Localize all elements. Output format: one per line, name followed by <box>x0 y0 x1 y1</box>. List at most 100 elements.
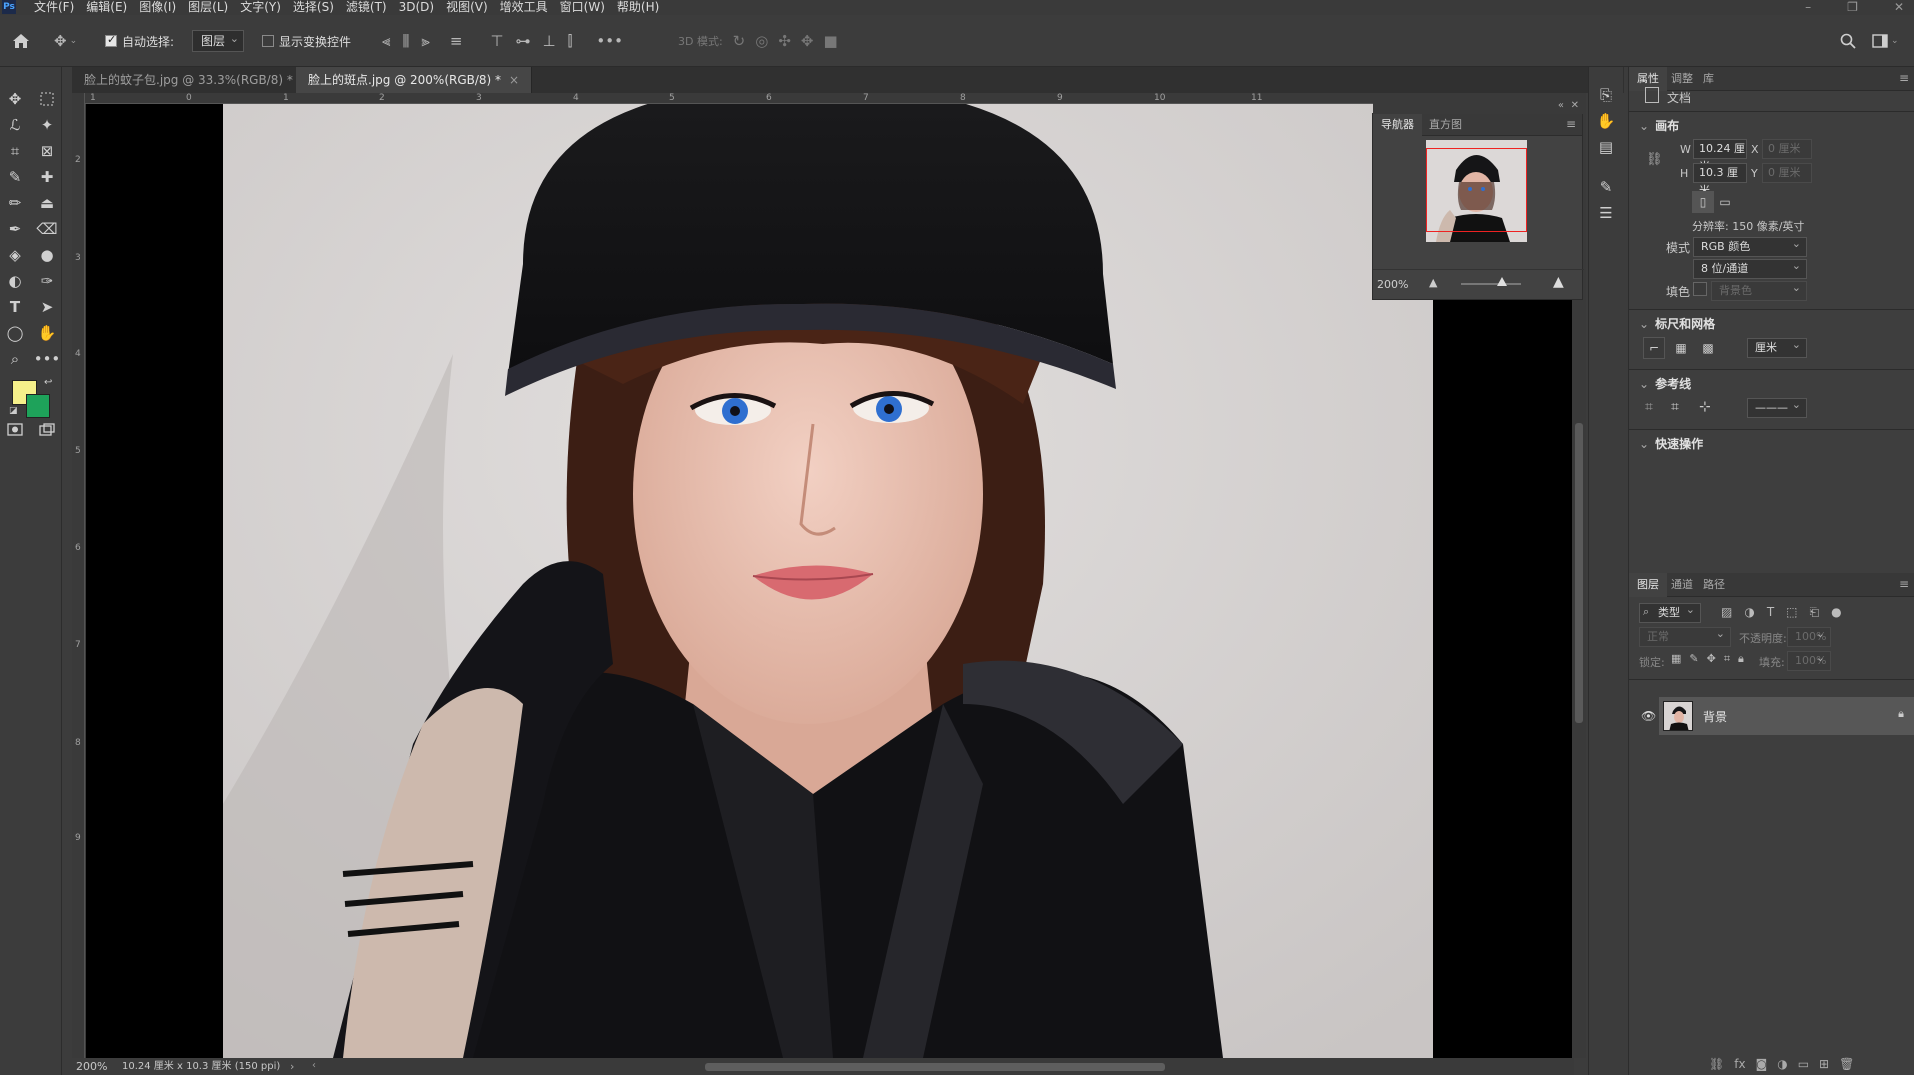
align-hcenter-icon[interactable]: ⫼ <box>402 33 409 49</box>
close-panel-icon[interactable]: ✕ <box>1571 100 1579 111</box>
search-icon[interactable] <box>1840 15 1856 67</box>
lock-paint-icon[interactable]: ✎ <box>1689 652 1698 666</box>
grid-toggle-icon[interactable]: ▦ <box>1670 337 1692 359</box>
lock-all-icon[interactable]: 🔒︎ <box>1738 652 1744 666</box>
align-left-icon[interactable]: ⫷ <box>382 33 390 49</box>
ruler-toggle-icon[interactable]: ⌐ <box>1643 337 1665 359</box>
auto-select-dropdown[interactable]: 图层 <box>192 29 245 52</box>
screen-mode-icon[interactable] <box>35 417 59 441</box>
menu-item-0[interactable]: 文件(F) <box>28 0 80 14</box>
filter-shape-icon[interactable]: ⬚ <box>1786 605 1797 620</box>
ruler-unit-dropdown[interactable]: 厘米 <box>1747 336 1807 358</box>
tab-libraries[interactable]: 库 <box>1695 67 1722 91</box>
eyedropper-tool-icon[interactable]: ✎ <box>3 165 27 189</box>
menu-item-3[interactable]: 图层(L) <box>182 0 234 14</box>
landscape-orientation-icon[interactable]: ▭ <box>1714 191 1736 213</box>
more-tools-icon[interactable]: ••• <box>34 347 61 371</box>
align-bottom-icon[interactable]: ⊥ <box>543 33 556 49</box>
tab-document-2[interactable]: 脸上的斑点.jpg @ 200%(RGB/8) * × <box>296 67 533 93</box>
link-icon[interactable]: ⛓ <box>1646 152 1663 167</box>
add-mask-icon[interactable]: ◙ <box>1756 1057 1768 1071</box>
more-options-icon[interactable]: ••• <box>596 33 623 49</box>
paint-bucket-tool-icon[interactable]: ◈ <box>3 243 27 267</box>
healing-brush-tool-icon[interactable]: ✚ <box>35 165 59 189</box>
align-vcenter-icon[interactable]: ⊶ <box>516 33 531 49</box>
lock-position-icon[interactable]: ✥ <box>1707 652 1716 666</box>
panel-menu-icon[interactable]: ≡ <box>1899 71 1909 85</box>
ellipse-tool-icon[interactable]: ◯ <box>3 321 27 345</box>
pan-3d-icon[interactable]: ✣ <box>778 33 791 49</box>
zoom-slider[interactable] <box>1461 283 1521 285</box>
move-tool-icon[interactable]: ✥ <box>3 87 27 111</box>
marquee-tool-icon[interactable] <box>35 87 59 111</box>
menu-item-5[interactable]: 选择(S) <box>287 0 340 14</box>
filter-pixel-icon[interactable]: ▨ <box>1721 605 1732 620</box>
scrollbar-thumb[interactable] <box>1575 423 1583 723</box>
brush-tool-icon[interactable]: ✏ <box>3 191 27 215</box>
brush-settings-icon[interactable]: ✎ <box>1594 175 1618 199</box>
menu-item-6[interactable]: 滤镜(T) <box>340 0 393 14</box>
crop-tool-icon[interactable]: ⌗ <box>3 139 27 163</box>
smart-guides-icon[interactable]: ⌗ <box>1671 399 1679 415</box>
height-field[interactable]: 10.3 厘米 <box>1693 163 1747 197</box>
lock-artboard-icon[interactable]: ⌗ <box>1724 652 1730 666</box>
navigator-zoom-value[interactable]: 200% <box>1377 278 1408 291</box>
tab-navigator[interactable]: 导航器 <box>1373 114 1422 136</box>
lock-transparency-icon[interactable]: ▦ <box>1671 652 1681 666</box>
eraser-tool-icon[interactable]: ⌫ <box>35 217 59 241</box>
menu-item-9[interactable]: 增效工具 <box>494 0 554 14</box>
layer-style-icon[interactable]: fx <box>1734 1057 1745 1071</box>
restore-button[interactable]: ❐ <box>1847 0 1858 14</box>
menu-item-8[interactable]: 视图(V) <box>440 0 494 14</box>
bit-depth-dropdown[interactable]: 8 位/通道 <box>1693 257 1807 279</box>
clone-stamp-tool-icon[interactable]: ⏏ <box>35 191 59 215</box>
history-brush-tool-icon[interactable]: ✒ <box>3 217 27 241</box>
filter-type-icon[interactable]: T <box>1767 605 1774 620</box>
background-color-swatch[interactable] <box>26 394 50 418</box>
auto-select-checkbox[interactable]: 自动选择: <box>105 15 174 67</box>
menu-item-4[interactable]: 文字(Y) <box>234 0 287 14</box>
tab-histogram[interactable]: 直方图 <box>1421 114 1470 136</box>
width-field[interactable]: 10.24 厘米 <box>1693 139 1747 173</box>
frame-tool-icon[interactable]: ⊠ <box>35 139 59 163</box>
menu-item-1[interactable]: 编辑(E) <box>80 0 133 14</box>
filter-toggle-icon[interactable]: ● <box>1831 605 1841 620</box>
link-layers-icon[interactable]: ⛓ <box>1709 1057 1724 1071</box>
delete-layer-icon[interactable]: 🗑︎ <box>1839 1057 1854 1071</box>
distribute-vertical-icon[interactable]: ⫿ <box>568 33 573 49</box>
roll-3d-icon[interactable]: ◎ <box>755 33 768 49</box>
menu-item-10[interactable]: 窗口(W) <box>554 0 611 14</box>
collapse-panel-icon[interactable]: « <box>1558 100 1564 111</box>
pixel-grid-toggle-icon[interactable]: ▩ <box>1697 337 1719 359</box>
canvas-section-title[interactable]: ⌄ 画布 <box>1639 117 1679 134</box>
type-tool-icon[interactable]: T <box>3 295 27 319</box>
distribute-horizontal-icon[interactable]: ≡ <box>450 33 463 49</box>
menu-item-11[interactable]: 帮助(H) <box>611 0 665 14</box>
zoom-slider-handle[interactable] <box>1497 277 1507 286</box>
move-tool-preset-icon[interactable]: ✥ ⌄ <box>54 15 77 67</box>
actions-panel-icon[interactable]: ✋ <box>1594 109 1618 133</box>
guide-toggle-icon[interactable]: ⌗ <box>1645 399 1653 415</box>
tab-layers[interactable]: 图层 <box>1629 573 1667 597</box>
zoom-in-icon[interactable]: ▲ <box>1553 274 1564 290</box>
default-colors-icon[interactable]: ◪ <box>9 406 18 416</box>
magic-wand-tool-icon[interactable]: ✦ <box>35 113 59 137</box>
orbit-3d-icon[interactable]: ↻ <box>733 33 746 49</box>
zoom-tool-icon[interactable]: ⌕ <box>3 347 27 371</box>
guide-style-dropdown[interactable]: ——— <box>1747 396 1807 418</box>
blur-tool-icon[interactable]: ● <box>35 243 59 267</box>
horizontal-scrollbar[interactable]: ‹ <box>312 1058 1574 1075</box>
lasso-tool-icon[interactable]: ℒ <box>3 113 27 137</box>
pen-tool-icon[interactable]: ✑ <box>35 269 59 293</box>
scrollbar-thumb[interactable] <box>705 1063 1165 1071</box>
close-tab-icon[interactable]: × <box>509 73 519 87</box>
filter-adjustment-icon[interactable]: ◑ <box>1744 605 1754 620</box>
adjustments-panel-icon[interactable]: ☰ <box>1594 201 1618 225</box>
quick-mask-icon[interactable] <box>3 417 27 441</box>
mode-dropdown[interactable]: RGB 颜色 <box>1693 235 1807 257</box>
dodge-tool-icon[interactable]: ◐ <box>3 269 27 293</box>
menu-item-7[interactable]: 3D(D) <box>393 0 440 14</box>
close-button[interactable]: ✕ <box>1894 0 1904 14</box>
tab-paths[interactable]: 路径 <box>1695 573 1733 597</box>
filter-smart-object-icon[interactable]: ⎗ <box>1810 605 1820 620</box>
